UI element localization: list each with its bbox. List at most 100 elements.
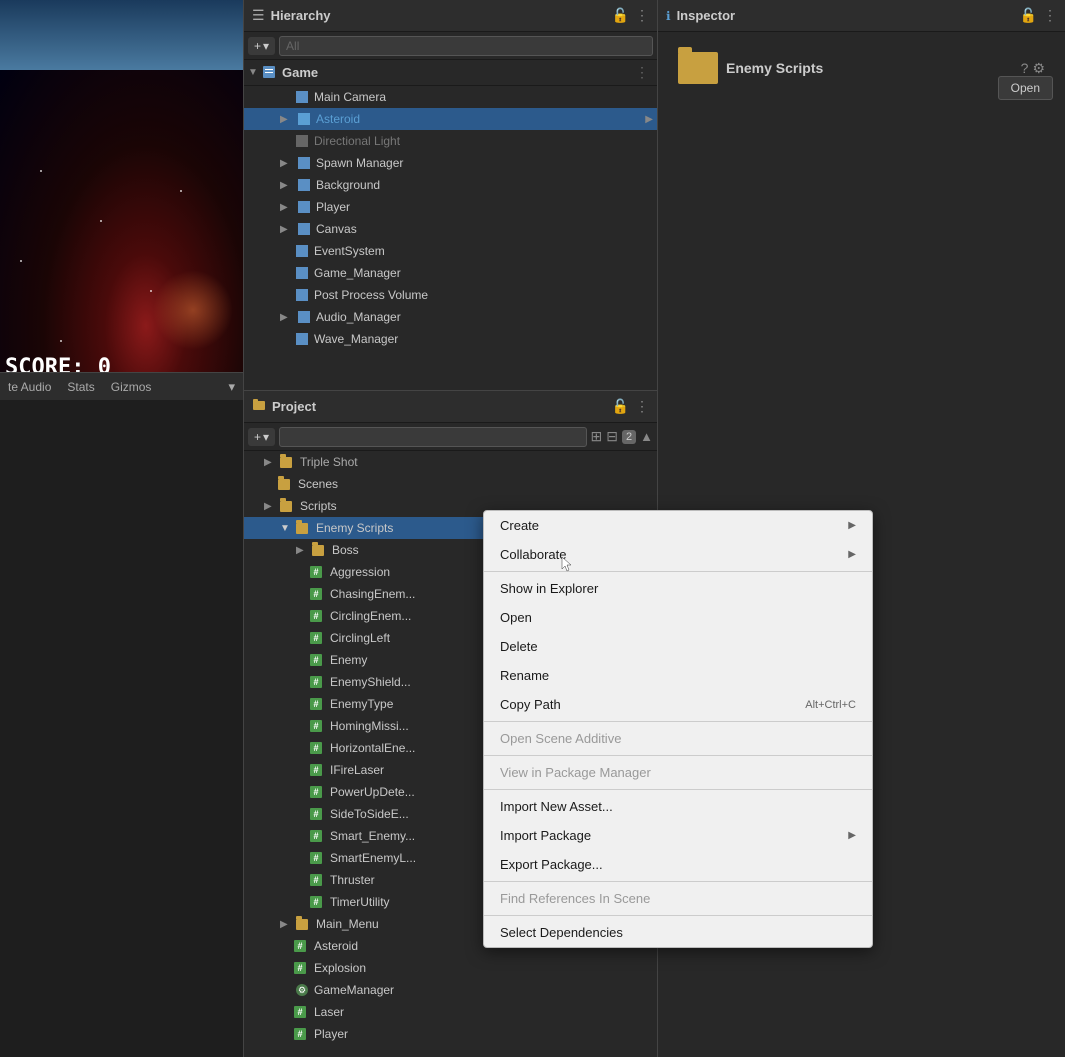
label-side: SideToSideE... xyxy=(330,807,409,821)
project-item-explosion[interactable]: # Explosion xyxy=(244,957,657,979)
arrow-boss: ▶ xyxy=(296,545,312,556)
hierarchy-item-asteroid[interactable]: ▶ Asteroid ▶ xyxy=(244,108,657,130)
hierarchy-panel: ☰ Hierarchy 🔓 ⋮ + ▾ All ▼ Game ⋮ Mai xyxy=(243,0,657,390)
lock-icon[interactable]: 🔓 xyxy=(612,7,629,24)
script-icon-thruster: # xyxy=(310,872,326,888)
menu-item-import-asset[interactable]: Import New Asset... xyxy=(484,792,872,821)
project-item-triple-shot[interactable]: ▶ Triple Shot xyxy=(244,451,657,473)
hierarchy-search[interactable]: All xyxy=(279,36,653,56)
project-lock-icon[interactable]: 🔓 xyxy=(612,398,629,415)
inspector-lock-icon[interactable]: 🔓 xyxy=(1020,7,1037,24)
menu-item-open-scene: Open Scene Additive xyxy=(484,724,872,753)
menu-item-collaborate[interactable]: Collaborate ▶ xyxy=(484,540,872,569)
label-asteroid-script: Asteroid xyxy=(314,939,358,953)
script-icon-enemy: # xyxy=(310,652,326,668)
folder-icon-enemy-scripts xyxy=(296,520,312,536)
cube-icon-spawn xyxy=(296,155,312,171)
label-enemy: Enemy xyxy=(330,653,367,667)
more-icon[interactable]: ⋮ xyxy=(635,7,649,24)
hierarchy-item-player[interactable]: ▶ Player xyxy=(244,196,657,218)
project-view-icons: ⊞ ⊟ 2 xyxy=(591,428,637,445)
script-icon-smart: # xyxy=(310,828,326,844)
menu-item-show-explorer[interactable]: Show in Explorer xyxy=(484,574,872,603)
hierarchy-item-game-manager[interactable]: Game_Manager xyxy=(244,262,657,284)
hierarchy-item-wave-manager[interactable]: Wave_Manager xyxy=(244,328,657,350)
scroll-up[interactable]: ▲ xyxy=(640,429,653,444)
menu-label-show-explorer: Show in Explorer xyxy=(500,581,598,596)
menu-item-select-deps[interactable]: Select Dependencies xyxy=(484,918,872,947)
menu-item-find-refs: Find References In Scene xyxy=(484,884,872,913)
tabs-dropdown[interactable]: ▾ xyxy=(220,375,243,399)
label-event-system: EventSystem xyxy=(314,244,385,258)
arrow-bg: ▶ xyxy=(280,180,296,191)
script-icon-ifire: # xyxy=(310,762,326,778)
label-player-script: Player xyxy=(314,1027,348,1041)
search-placeholder-text: All xyxy=(286,39,299,53)
label-ifire: IFireLaser xyxy=(330,763,384,777)
script-icon-homing: # xyxy=(310,718,326,734)
scene-menu[interactable]: ⋮ xyxy=(635,64,649,81)
hierarchy-header: ☰ Hierarchy 🔓 ⋮ xyxy=(244,0,657,32)
add-dropdown-arrow: ▾ xyxy=(263,39,269,53)
label-aggression: Aggression xyxy=(330,565,390,579)
label-spawn-manager: Spawn Manager xyxy=(316,156,403,170)
label-audio-manager: Audio_Manager xyxy=(316,310,401,324)
label-boss: Boss xyxy=(332,543,359,557)
game-space xyxy=(0,70,243,390)
menu-item-import-package[interactable]: Import Package ▶ xyxy=(484,821,872,850)
menu-item-export-package[interactable]: Export Package... xyxy=(484,850,872,879)
separator-4 xyxy=(484,789,872,790)
label-directional-light: Directional Light xyxy=(314,134,400,148)
hierarchy-item-audio-manager[interactable]: ▶ Audio_Manager xyxy=(244,306,657,328)
menu-label-copy-path: Copy Path xyxy=(500,697,561,712)
project-search-box[interactable] xyxy=(279,427,586,447)
cube-icon-am xyxy=(296,309,312,325)
hierarchy-item-directional-light[interactable]: Directional Light xyxy=(244,130,657,152)
hierarchy-item-event-system[interactable]: EventSystem xyxy=(244,240,657,262)
label-scenes: Scenes xyxy=(298,477,338,491)
arrow-canvas: ▶ xyxy=(280,224,296,235)
scene-game-row[interactable]: ▼ Game ⋮ xyxy=(244,60,657,86)
cube-icon-gm xyxy=(294,265,310,281)
project-item-laser[interactable]: # Laser xyxy=(244,1001,657,1023)
grid-icon[interactable]: ⊞ xyxy=(591,428,603,445)
menu-item-rename[interactable]: Rename xyxy=(484,661,872,690)
menu-item-open[interactable]: Open xyxy=(484,603,872,632)
hierarchy-item-canvas[interactable]: ▶ Canvas xyxy=(244,218,657,240)
hierarchy-item-spawn-manager[interactable]: ▶ Spawn Manager xyxy=(244,152,657,174)
project-item-player-script[interactable]: # Player xyxy=(244,1023,657,1045)
settings-icon[interactable]: ⚙ xyxy=(1032,60,1045,77)
asteroid-chevron: ▶ xyxy=(645,114,653,125)
project-item-game-manager-script[interactable]: ⚙ GameManager xyxy=(244,979,657,1001)
label-player: Player xyxy=(316,200,350,214)
help-icon[interactable]: ? xyxy=(1021,60,1029,77)
hierarchy-item-ppv[interactable]: Post Process Volume xyxy=(244,284,657,306)
project-add-button[interactable]: + ▾ xyxy=(248,428,275,446)
tab-audio[interactable]: te Audio xyxy=(0,376,59,398)
arrow-am: ▶ xyxy=(280,312,296,323)
cube-icon-bg xyxy=(296,177,312,193)
script-icon-circling-left: # xyxy=(310,630,326,646)
project-more-icon[interactable]: ⋮ xyxy=(635,398,649,415)
tab-gizmos[interactable]: Gizmos xyxy=(103,376,160,398)
open-button[interactable]: Open xyxy=(998,76,1053,100)
tab-stats[interactable]: Stats xyxy=(59,376,102,398)
menu-label-open-scene: Open Scene Additive xyxy=(500,731,621,746)
hierarchy-item-main-camera[interactable]: Main Camera xyxy=(244,86,657,108)
label-circling-enem: CirclingEnem... xyxy=(330,609,411,623)
script-icon-asteroid: # xyxy=(294,938,310,954)
arrow-asteroid: ▶ xyxy=(280,114,296,125)
filter-icon[interactable]: ⊟ xyxy=(606,428,618,445)
menu-item-copy-path[interactable]: Copy Path Alt+Ctrl+C xyxy=(484,690,872,719)
label-circling-left: CirclingLeft xyxy=(330,631,390,645)
project-item-scenes[interactable]: Scenes xyxy=(244,473,657,495)
menu-item-delete[interactable]: Delete xyxy=(484,632,872,661)
inspector-title: Inspector xyxy=(677,8,1020,23)
hierarchy-item-background[interactable]: ▶ Background xyxy=(244,174,657,196)
folder-icon-triple-shot xyxy=(280,454,296,470)
hierarchy-add-button[interactable]: + ▾ xyxy=(248,37,275,55)
menu-label-rename: Rename xyxy=(500,668,549,683)
menu-item-create[interactable]: Create ▶ xyxy=(484,511,872,540)
inspector-more-icon[interactable]: ⋮ xyxy=(1043,7,1057,24)
label-horizontal: HorizontalEne... xyxy=(330,741,415,755)
